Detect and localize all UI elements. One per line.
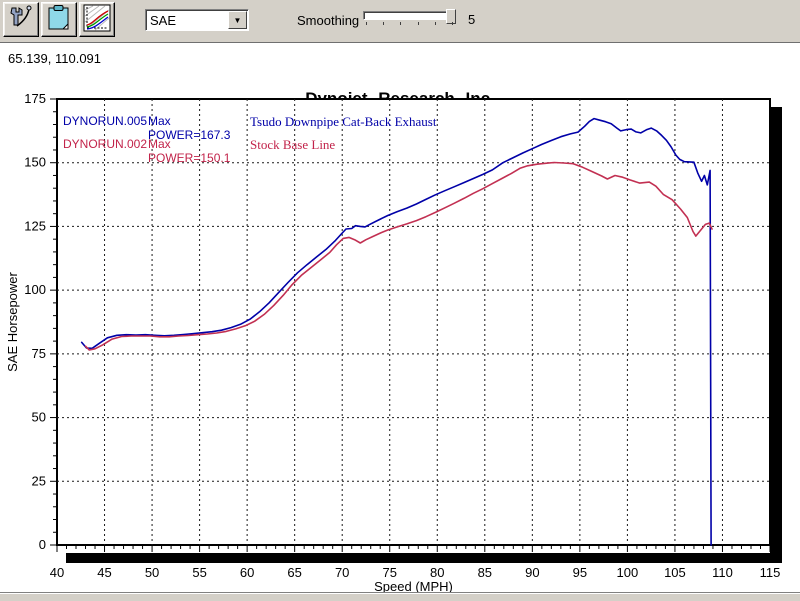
svg-text:110: 110: [712, 565, 733, 580]
svg-text:45: 45: [97, 565, 111, 580]
svg-text:75: 75: [382, 565, 396, 580]
svg-text:70: 70: [335, 565, 349, 580]
svg-text:95: 95: [573, 565, 587, 580]
legend-max-power: Max POWER=150.1: [148, 137, 250, 165]
legend-run-name: DYNORUN.002: [63, 137, 148, 165]
svg-text:90: 90: [525, 565, 539, 580]
legend-description: Stock Base Line: [250, 137, 335, 165]
svg-text:0: 0: [39, 537, 46, 552]
svg-text:60: 60: [240, 565, 254, 580]
svg-text:55: 55: [192, 565, 206, 580]
svg-text:150: 150: [24, 155, 46, 170]
svg-text:115: 115: [760, 565, 781, 580]
svg-text:175: 175: [24, 91, 46, 106]
svg-text:50: 50: [32, 410, 46, 425]
svg-text:105: 105: [664, 565, 686, 580]
svg-text:100: 100: [617, 565, 639, 580]
svg-text:25: 25: [32, 473, 46, 488]
svg-text:40: 40: [50, 565, 64, 580]
svg-text:50: 50: [145, 565, 159, 580]
svg-text:125: 125: [24, 218, 46, 233]
svg-text:65: 65: [287, 565, 301, 580]
svg-text:75: 75: [32, 346, 46, 361]
svg-text:80: 80: [430, 565, 444, 580]
dyno-chart-svg[interactable]: 40 45 50 55 60 65 70 75 80 85 90 95 100 105 110 115 0 25 5…: [0, 0, 800, 600]
legend-run-2: DYNORUN.002 Max POWER=150.1 Stock Base L…: [63, 137, 335, 165]
svg-text:100: 100: [24, 282, 46, 297]
graph-view[interactable]: 65.139, 110.091 Dynojet Research Inc. Do…: [0, 43, 800, 591]
svg-text:SAE Horsepower: SAE Horsepower: [5, 271, 20, 371]
svg-text:85: 85: [478, 565, 492, 580]
